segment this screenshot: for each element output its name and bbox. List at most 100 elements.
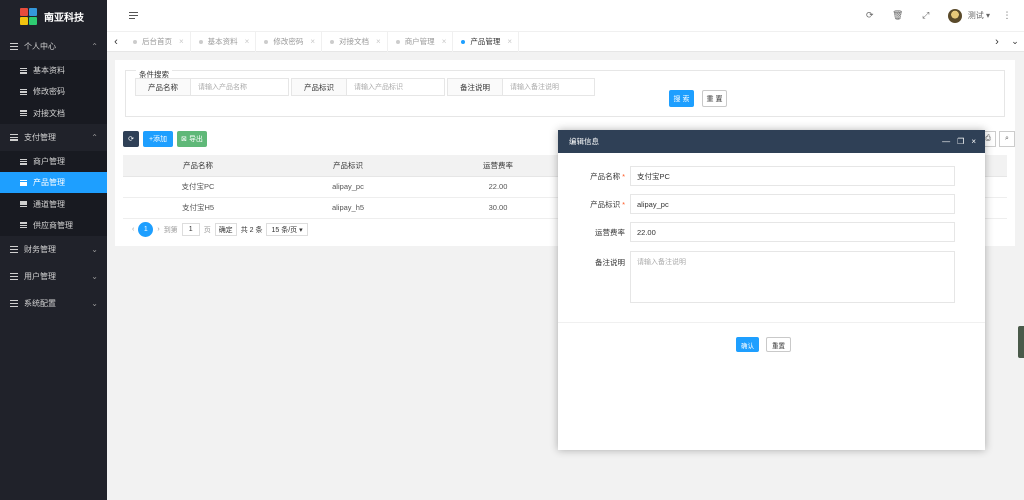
refresh-button[interactable]: ⟳	[123, 131, 139, 147]
tab-products[interactable]: 产品管理 ×	[453, 31, 520, 52]
current-page[interactable]: 1	[138, 222, 154, 237]
top-header: ⟳ 🗑 ⤢ 测试 ▾ ⋮	[107, 0, 1024, 32]
dot-icon	[461, 39, 466, 44]
tabs-right-icon[interactable]: ›	[988, 36, 1006, 48]
form-row-name: 产品名称 * 支付宝PC	[558, 166, 955, 186]
reset-button[interactable]: 重 置	[702, 90, 727, 107]
sidebar-item-label: 产品管理	[33, 178, 65, 188]
table-toolbar: ⟳ +添加 ⊠ 导出	[123, 131, 207, 147]
sidebar-item-products[interactable]: 产品管理	[0, 172, 107, 194]
logo[interactable]: 南亚科技	[0, 0, 107, 33]
remark-search-input[interactable]: 请输入备注说明	[503, 78, 595, 96]
fullscreen-icon[interactable]: ⤢	[912, 10, 940, 21]
side-drawer-handle[interactable]	[1018, 326, 1024, 358]
list-icon	[20, 201, 27, 208]
list-icon	[10, 133, 18, 141]
sidebar-item-api-docs[interactable]: 对接文档	[0, 103, 107, 124]
trash-icon[interactable]: 🗑	[884, 10, 912, 21]
search-field-remark: 备注说明 请输入备注说明	[447, 78, 595, 96]
pagination: ‹ 1 › 到第 1 页 确定 共 2 条 15 条/页 ▾	[132, 222, 308, 237]
tab-merchants[interactable]: 商户管理 ×	[388, 31, 454, 52]
sidebar-item-suppliers[interactable]: 供应商管理	[0, 215, 107, 236]
tab-label: 对接文档	[339, 37, 370, 46]
form-row-rate: 运营费率 22.00	[558, 222, 955, 242]
sidebar-group-settings[interactable]: 系统配置 ⌄	[0, 290, 107, 317]
refresh-icon[interactable]: ⟳	[856, 10, 884, 21]
tab-api-docs[interactable]: 对接文档 ×	[322, 31, 388, 52]
modal-reset-button[interactable]: 重置	[766, 337, 791, 352]
sidebar-group-label: 个人中心	[24, 42, 56, 51]
more-icon[interactable]: ⋮	[1002, 10, 1012, 21]
search-label: 产品标识	[291, 78, 347, 96]
chevron-up-icon: ⌃	[91, 132, 98, 142]
product-name-search-input[interactable]: 请输入产品名称	[191, 78, 289, 96]
sidebar-item-change-password[interactable]: 修改密码	[0, 81, 107, 102]
minimize-icon[interactable]: —	[942, 137, 950, 146]
product-name-input[interactable]: 支付宝PC	[630, 166, 955, 186]
list-icon	[10, 246, 18, 254]
sidebar-group-payment[interactable]: 支付管理 ⌃	[0, 124, 107, 151]
rate-input[interactable]: 22.00	[630, 222, 955, 242]
tab-label: 基本资料	[207, 37, 238, 46]
close-icon[interactable]: ×	[245, 37, 250, 46]
tab-change-password[interactable]: 修改密码 ×	[256, 31, 323, 52]
chevron-up-icon: ⌃	[91, 42, 98, 51]
close-icon[interactable]: ×	[442, 37, 447, 46]
close-icon[interactable]: ×	[310, 37, 315, 46]
user-menu[interactable]: 测试 ▾	[968, 10, 990, 21]
menu-toggle-icon[interactable]	[129, 12, 138, 19]
sidebar-item-label: 供应商管理	[33, 220, 73, 230]
dot-icon	[330, 39, 335, 44]
sidebar-item-merchants[interactable]: 商户管理	[0, 151, 107, 172]
list-icon	[20, 179, 27, 186]
sidebar-group-label: 系统配置	[24, 299, 56, 309]
tabs-menu-icon[interactable]: ⌄	[1006, 36, 1024, 48]
avatar[interactable]	[947, 8, 962, 23]
sidebar-group-finance[interactable]: 财务管理 ⌄	[0, 236, 107, 263]
tabs-left-icon[interactable]: ‹	[107, 36, 125, 48]
sidebar-group-personal[interactable]: 个人中心 ⌃	[0, 33, 107, 60]
sidebar-item-profile[interactable]: 基本资料	[0, 60, 107, 81]
sidebar-item-label: 通道管理	[33, 199, 65, 209]
maximize-icon[interactable]: ❐	[957, 137, 964, 146]
product-code-search-input[interactable]: 请输入产品标识	[347, 78, 445, 96]
search-button[interactable]: 搜 索	[669, 90, 694, 107]
search-icon[interactable]: ⌕	[999, 131, 1015, 147]
goto-confirm-button[interactable]: 确定	[214, 223, 237, 236]
form-label: 运营费率	[595, 227, 625, 237]
prev-page-icon[interactable]: ‹	[132, 226, 134, 233]
list-icon	[20, 222, 27, 229]
export-button[interactable]: ⊠ 导出	[177, 131, 207, 147]
close-icon[interactable]: ×	[507, 37, 512, 46]
confirm-button[interactable]: 确认	[736, 337, 759, 352]
required-mark: *	[622, 171, 625, 181]
dot-icon	[395, 39, 400, 44]
table-cell: alipay_pc	[273, 176, 423, 198]
product-code-input[interactable]: alipay_pc	[630, 194, 955, 214]
edit-modal: 编辑信息 — ❐ × 产品名称 * 支付宝PC 产品标识 * alipay_pc 运…	[558, 130, 985, 450]
add-button[interactable]: +添加	[143, 131, 173, 147]
page-size-select[interactable]: 15 条/页 ▾	[266, 223, 308, 236]
list-icon	[20, 110, 27, 117]
next-page-icon[interactable]: ›	[157, 226, 159, 233]
search-label: 备注说明	[447, 78, 503, 96]
table-cell: 30.00	[423, 197, 573, 219]
remark-textarea[interactable]: 请输入备注说明	[630, 251, 955, 303]
export-icon: ⊠	[181, 136, 187, 143]
sidebar-item-channels[interactable]: 通道管理	[0, 193, 107, 214]
close-icon[interactable]: ×	[376, 37, 381, 46]
close-icon[interactable]: ×	[971, 137, 976, 146]
close-icon[interactable]: ×	[179, 37, 184, 46]
form-label-text: 产品名称	[590, 171, 621, 181]
tab-profile[interactable]: 基本资料 ×	[191, 31, 257, 52]
goto-page-input[interactable]: 1	[181, 223, 200, 236]
sidebar-item-label: 对接文档	[33, 108, 65, 118]
app-name: 南亚科技	[44, 13, 84, 24]
sidebar-group-users[interactable]: 用户管理 ⌄	[0, 263, 107, 290]
tab-label: 后台首页	[142, 37, 172, 46]
column-header[interactable]: 产品名称	[123, 155, 273, 177]
column-header[interactable]: 运营费率	[423, 155, 573, 177]
tab-home[interactable]: 后台首页 ×	[125, 31, 191, 52]
column-header[interactable]: 产品标识	[273, 155, 423, 177]
modal-title: 编辑信息	[569, 137, 599, 146]
